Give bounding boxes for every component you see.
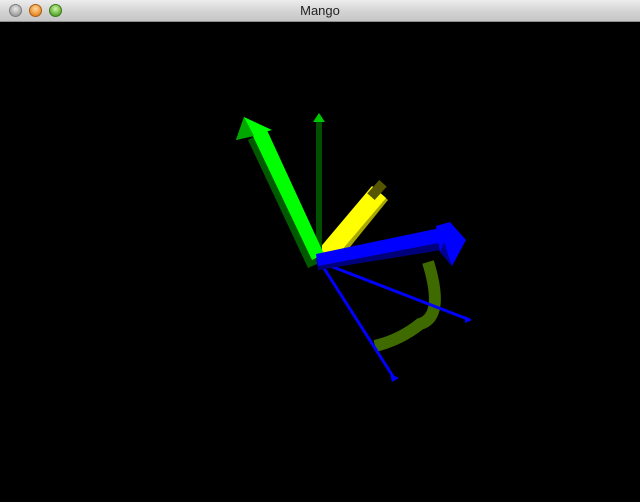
blue-thin-axis-1 bbox=[318, 261, 396, 379]
dark-green-axis-head bbox=[313, 113, 325, 122]
blue-thin-axis-2-tip bbox=[465, 316, 472, 323]
blue-thin-axis-1-tip bbox=[390, 374, 399, 382]
app-window: Mango bbox=[0, 0, 640, 502]
blue-thin-axis-2 bbox=[319, 260, 471, 322]
3d-viewport[interactable] bbox=[0, 22, 640, 502]
blue-axis-head bbox=[436, 222, 466, 266]
green-axis bbox=[252, 128, 324, 260]
window-title: Mango bbox=[300, 3, 340, 18]
scene-canvas bbox=[236, 113, 472, 382]
title-bar[interactable]: Mango bbox=[0, 0, 640, 22]
dark-green-axis-shaft bbox=[316, 122, 322, 256]
